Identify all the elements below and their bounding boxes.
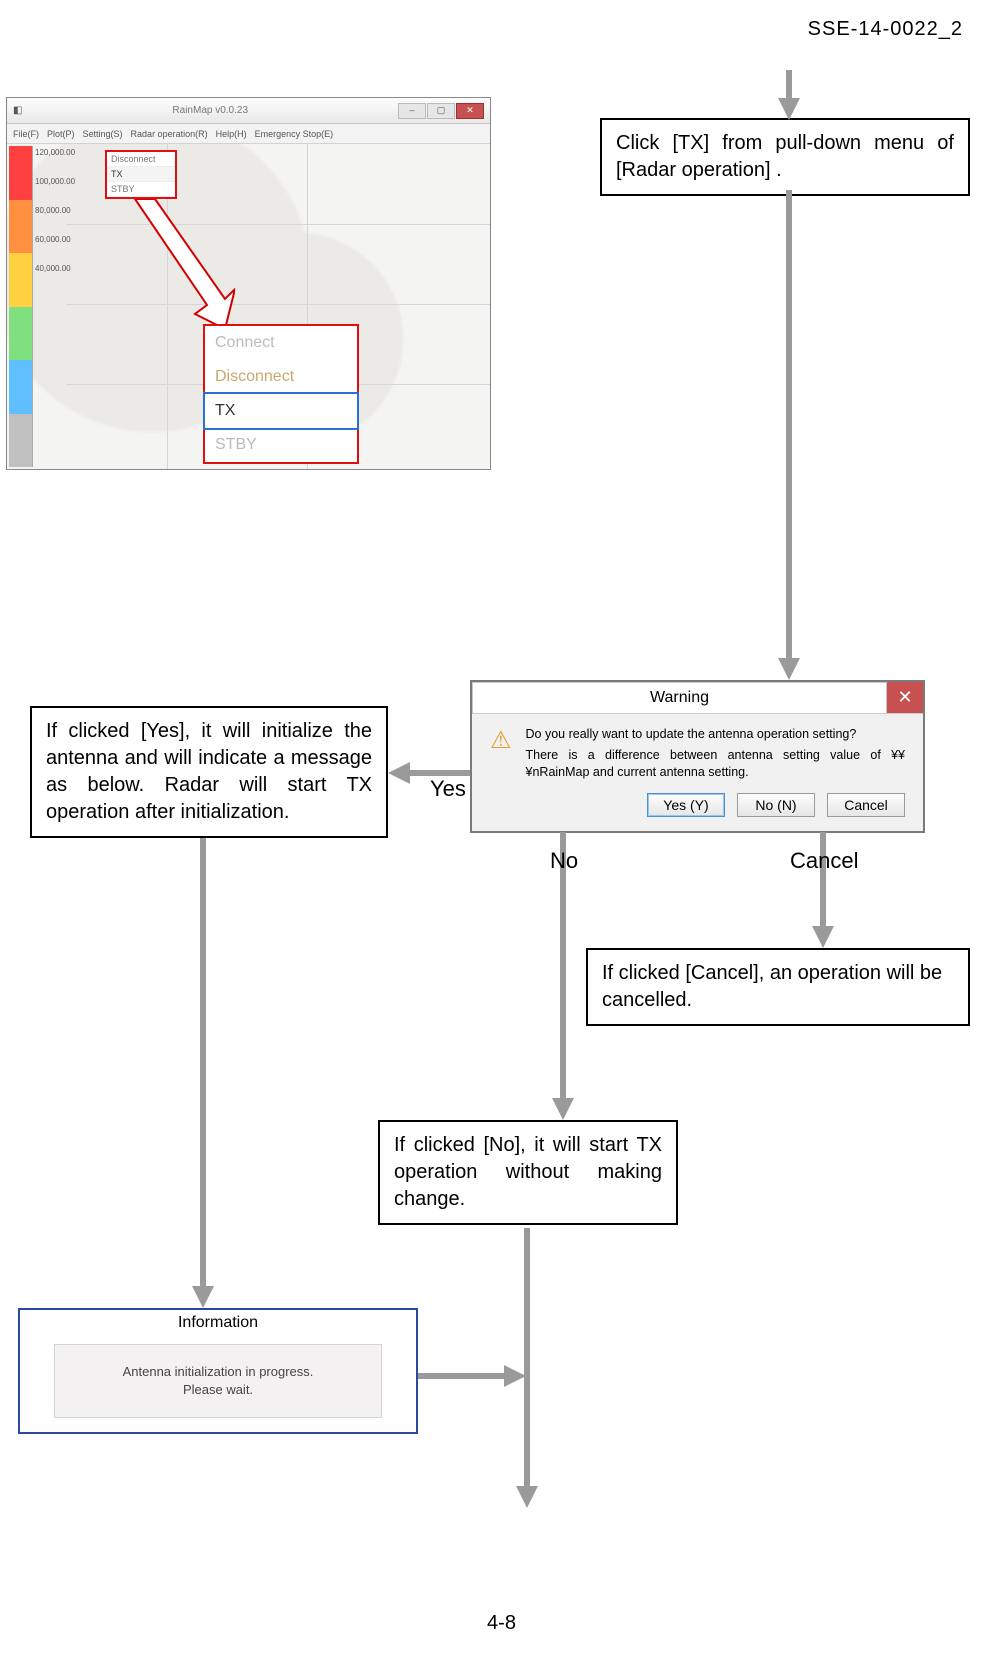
- dropdown-tx[interactable]: TX: [203, 392, 359, 430]
- app-icon: ◧: [13, 105, 22, 116]
- flow-line: [524, 1228, 530, 1488]
- flow-line: [200, 838, 206, 1288]
- arrow-down-icon: [778, 658, 800, 680]
- menu-file[interactable]: File(F): [13, 129, 39, 139]
- scale-value: 120,000.00: [35, 148, 75, 157]
- information-dialog: Information Antenna initialization in pr…: [18, 1308, 418, 1434]
- dropdown-disconnect[interactable]: Disconnect: [205, 360, 357, 394]
- flow-line: [786, 70, 792, 100]
- arrow-down-icon: [192, 1286, 214, 1308]
- small-dropdown-highlight: Disconnect TX STBY: [105, 150, 177, 199]
- result-box-cancel: If clicked [Cancel], an operation will b…: [586, 948, 970, 1026]
- close-icon: ✕: [897, 687, 912, 708]
- small-menu-tx: TX: [107, 167, 175, 182]
- menu-setting[interactable]: Setting(S): [83, 129, 123, 139]
- warning-dialog: Warning ✕ ⚠ Do you really want to update…: [470, 680, 925, 833]
- scale-value: 60,000.00: [35, 235, 75, 244]
- result-text: If clicked [Cancel], an operation will b…: [602, 962, 942, 1011]
- menu-emergency[interactable]: Emergency Stop(E): [255, 129, 334, 139]
- label-yes: Yes: [430, 776, 466, 802]
- window-title: RainMap v0.0.23: [22, 105, 398, 116]
- cancel-button[interactable]: Cancel: [827, 793, 905, 817]
- result-box-no: If clicked [No], it will start TX operat…: [378, 1120, 678, 1225]
- arrow-down-icon: [812, 926, 834, 948]
- dropdown-connect[interactable]: Connect: [205, 326, 357, 360]
- scale-value: 40,000.00: [35, 264, 75, 273]
- label-no: No: [550, 848, 578, 874]
- no-button[interactable]: No (N): [737, 793, 815, 817]
- menu-plot[interactable]: Plot(P): [47, 129, 75, 139]
- app-screenshot: ◧ RainMap v0.0.23 – ▢ ✕ File(F) Plot(P) …: [6, 97, 491, 470]
- arrow-down-icon: [778, 98, 800, 120]
- map-area: 120,000.00 100,000.00 80,000.00 60,000.0…: [7, 144, 490, 469]
- result-box-yes: If clicked [Yes], it will initialize the…: [30, 706, 388, 838]
- information-title: Information: [20, 1310, 416, 1338]
- yes-button[interactable]: Yes (Y): [647, 793, 725, 817]
- window-titlebar: ◧ RainMap v0.0.23 – ▢ ✕: [7, 98, 490, 124]
- color-scale: [9, 146, 33, 467]
- small-menu-disconnect: Disconnect: [107, 152, 175, 167]
- arrow-down-icon: [552, 1098, 574, 1120]
- information-line1: Antenna initialization in progress.: [65, 1363, 371, 1381]
- step-text: Click [TX] from pull-down menu of [Radar…: [616, 132, 954, 181]
- maximize-button[interactable]: ▢: [427, 103, 455, 119]
- information-line2: Please wait.: [65, 1381, 371, 1399]
- callout-arrow-icon: [125, 199, 235, 339]
- dropdown-stby[interactable]: STBY: [205, 428, 357, 462]
- arrow-right-icon: [504, 1365, 526, 1387]
- arrow-down-icon: [516, 1486, 538, 1508]
- warning-title: Warning: [472, 682, 887, 713]
- menu-help[interactable]: Help(H): [216, 129, 247, 139]
- menubar: File(F) Plot(P) Setting(S) Radar operati…: [7, 124, 490, 144]
- warning-text: Do you really want to update the antenna…: [526, 726, 905, 781]
- step-box-click-tx: Click [TX] from pull-down menu of [Radar…: [600, 118, 970, 196]
- label-cancel: Cancel: [790, 848, 858, 874]
- flow-line: [820, 832, 826, 928]
- menu-radar-operation[interactable]: Radar operation(R): [131, 129, 208, 139]
- warning-question: Do you really want to update the antenna…: [526, 726, 905, 743]
- flow-line: [418, 1373, 506, 1379]
- warning-close-button[interactable]: ✕: [887, 682, 923, 713]
- dropdown-highlight: Connect Disconnect TX STBY: [203, 324, 359, 464]
- result-text: If clicked [Yes], it will initialize the…: [46, 720, 372, 823]
- close-button[interactable]: ✕: [456, 103, 484, 119]
- minimize-button[interactable]: –: [398, 103, 426, 119]
- arrow-left-icon: [388, 762, 410, 784]
- scale-value: 80,000.00: [35, 206, 75, 215]
- small-menu-stby: STBY: [107, 182, 175, 197]
- result-text: If clicked [No], it will start TX operat…: [394, 1134, 662, 1210]
- warning-detail: There is a difference between antenna se…: [526, 747, 905, 781]
- page-number: 4-8: [0, 1612, 1003, 1635]
- scale-labels: 120,000.00 100,000.00 80,000.00 60,000.0…: [35, 148, 75, 273]
- scale-value: 100,000.00: [35, 177, 75, 186]
- document-id: SSE-14-0022_2: [808, 18, 963, 41]
- flow-line: [786, 190, 792, 660]
- information-body: Antenna initialization in progress. Plea…: [54, 1344, 382, 1418]
- warning-icon: ⚠: [490, 726, 512, 754]
